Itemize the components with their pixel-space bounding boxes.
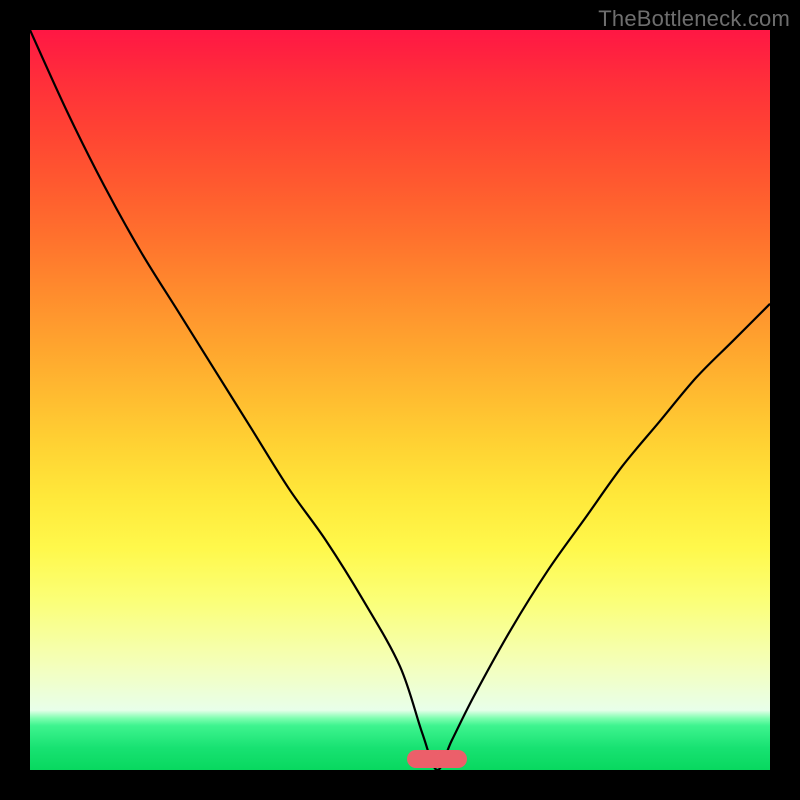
curve-path — [30, 30, 770, 770]
plot-area — [30, 30, 770, 770]
optimal-marker — [407, 750, 467, 768]
chart-container: TheBottleneck.com — [0, 0, 800, 800]
attribution-label: TheBottleneck.com — [598, 6, 790, 32]
bottleneck-curve — [30, 30, 770, 770]
